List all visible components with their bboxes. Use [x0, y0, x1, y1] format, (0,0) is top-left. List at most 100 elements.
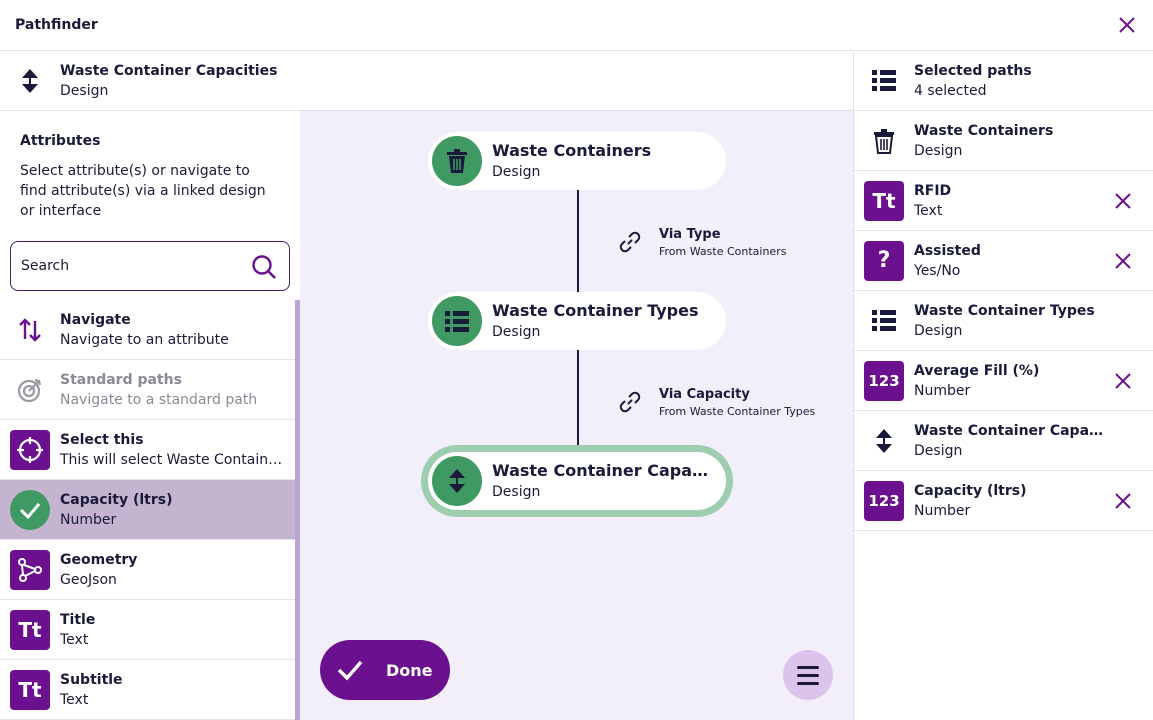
selected-item-capacity: 123 Capacity (ltrs) Number: [854, 471, 1153, 531]
node-waste-container-capacities[interactable]: Waste Container Capacities Design: [428, 452, 726, 510]
selected-item-waste-containers: Waste Containers Design: [854, 111, 1153, 171]
item-subtitle: Navigate to a standard path: [60, 391, 258, 408]
selected-item-average-fill: 123 Average Fill (%) Number: [854, 351, 1153, 411]
check-icon: [337, 660, 363, 681]
attribute-item-capacity[interactable]: Capacity (ltrs) Number: [0, 480, 295, 540]
item-title: Waste Containers: [914, 122, 1054, 139]
navigate-arrows-icon: [19, 317, 41, 342]
item-subtitle: Number: [914, 382, 971, 399]
close-icon[interactable]: [1117, 15, 1137, 35]
selected-paths-header: Selected paths 4 selected: [854, 51, 1153, 111]
selected-item-assisted: ? Assisted Yes/No: [854, 231, 1153, 291]
question-icon: ?: [864, 240, 904, 281]
item-title: Geometry: [60, 551, 138, 568]
attributes-panel: Attributes Select attribute(s) or naviga…: [0, 111, 300, 720]
item-subtitle: Yes/No: [914, 262, 961, 279]
remove-icon[interactable]: [1113, 491, 1133, 511]
item-subtitle: Text: [60, 631, 89, 648]
node-subtitle: Design: [492, 484, 541, 500]
remove-icon[interactable]: [1113, 191, 1133, 211]
current-design-bar: Waste Container Capacities Design: [0, 51, 853, 111]
item-title: Subtitle: [60, 671, 123, 688]
item-subtitle: Design: [914, 142, 963, 159]
item-subtitle: Number: [60, 511, 117, 528]
item-title: Capacity (ltrs): [914, 482, 1027, 499]
attribute-item-subtitle[interactable]: Tt Subtitle Text: [0, 660, 295, 720]
menu-button[interactable]: [783, 650, 833, 700]
attribute-list: Navigate Navigate to an attribute Standa…: [0, 300, 295, 720]
item-title: Navigate: [60, 311, 131, 328]
link-label: Via Type: [659, 227, 721, 242]
list-icon: [872, 69, 896, 91]
dialog-header: Pathfinder: [0, 0, 1153, 51]
text-icon: Tt: [10, 669, 50, 710]
connector-line: [577, 190, 579, 292]
path-canvas: Waste Containers Design Via Type From Wa…: [300, 111, 853, 720]
link-from: From Waste Container Types: [659, 405, 816, 418]
geometry-icon: [10, 549, 50, 590]
current-design-title: Waste Container Capacities: [60, 62, 278, 79]
link-label: Via Capacity: [659, 387, 750, 402]
node-title: Waste Containers: [492, 141, 652, 160]
trash-icon: [432, 136, 482, 186]
item-subtitle: Design: [914, 442, 963, 459]
attributes-description: Select attribute(s) or navigate to find …: [20, 163, 266, 219]
selected-item-rfid: Tt RFID Text: [854, 171, 1153, 231]
attribute-item-navigate[interactable]: Navigate Navigate to an attribute: [0, 300, 295, 360]
done-button[interactable]: Done: [320, 640, 450, 700]
list-icon: [432, 296, 482, 346]
trash-icon: [874, 128, 894, 154]
attribute-item-geometry[interactable]: Geometry GeoJson: [0, 540, 295, 600]
item-title: Standard paths: [60, 371, 182, 388]
item-title: Capacity (ltrs): [60, 491, 173, 508]
connector-line: [577, 350, 579, 452]
number-icon: 123: [864, 480, 904, 521]
node-title: Waste Container Types: [492, 301, 699, 320]
link-via-capacity: Via Capacity From Waste Container Types: [618, 386, 815, 420]
current-design-subtitle: Design: [60, 82, 109, 99]
link-icon: [619, 231, 641, 253]
item-subtitle: Text: [60, 691, 89, 708]
crosshair-icon: [10, 429, 50, 470]
attribute-item-standard-paths[interactable]: Standard paths Navigate to a standard pa…: [0, 360, 295, 420]
node-subtitle: Design: [492, 164, 541, 180]
search-input[interactable]: [21, 258, 241, 274]
search-box: [10, 241, 290, 291]
sort-icon: [876, 428, 892, 453]
item-title: Select this: [60, 431, 144, 448]
item-title: Waste Container Types: [914, 302, 1095, 319]
node-waste-container-types[interactable]: Waste Container Types Design: [428, 292, 726, 350]
link-from: From Waste Containers: [659, 245, 787, 258]
text-icon: Tt: [864, 180, 904, 221]
attribute-item-select-this[interactable]: Select this This will select Waste Conta…: [0, 420, 295, 480]
selected-item-waste-container-capacities: Waste Container Capacities Design: [854, 411, 1153, 471]
search-icon[interactable]: [251, 254, 277, 280]
selected-paths-panel: Selected paths 4 selected Waste Containe…: [853, 51, 1153, 720]
dialog-title: Pathfinder: [15, 17, 98, 33]
remove-icon[interactable]: [1113, 251, 1133, 271]
item-title: Title: [60, 611, 96, 628]
text-icon: Tt: [10, 609, 50, 650]
sort-icon: [22, 68, 38, 93]
check-circle-icon: [10, 489, 50, 530]
item-title: RFID: [914, 182, 952, 199]
link-via-type: Via Type From Waste Containers: [618, 226, 786, 260]
item-subtitle: Design: [914, 322, 963, 339]
node-waste-containers[interactable]: Waste Containers Design: [428, 132, 726, 190]
node-subtitle: Design: [492, 324, 541, 340]
list-icon: [872, 309, 896, 331]
attribute-item-title[interactable]: Tt Title Text: [0, 600, 295, 660]
remove-icon[interactable]: [1113, 371, 1133, 391]
target-icon: [17, 378, 42, 402]
item-subtitle: Number: [914, 502, 971, 519]
number-icon: 123: [864, 360, 904, 401]
item-subtitle: This will select Waste Container Capacit…: [60, 451, 290, 468]
done-label: Done: [386, 660, 433, 680]
item-title: Average Fill (%): [914, 362, 1040, 379]
hamburger-icon: [797, 666, 819, 685]
selected-count: 4 selected: [914, 82, 987, 99]
attributes-heading: Attributes: [20, 133, 101, 149]
item-title: Waste Container Capacities: [914, 422, 1104, 439]
item-title: Assisted: [914, 242, 981, 259]
selected-item-waste-container-types: Waste Container Types Design: [854, 291, 1153, 351]
